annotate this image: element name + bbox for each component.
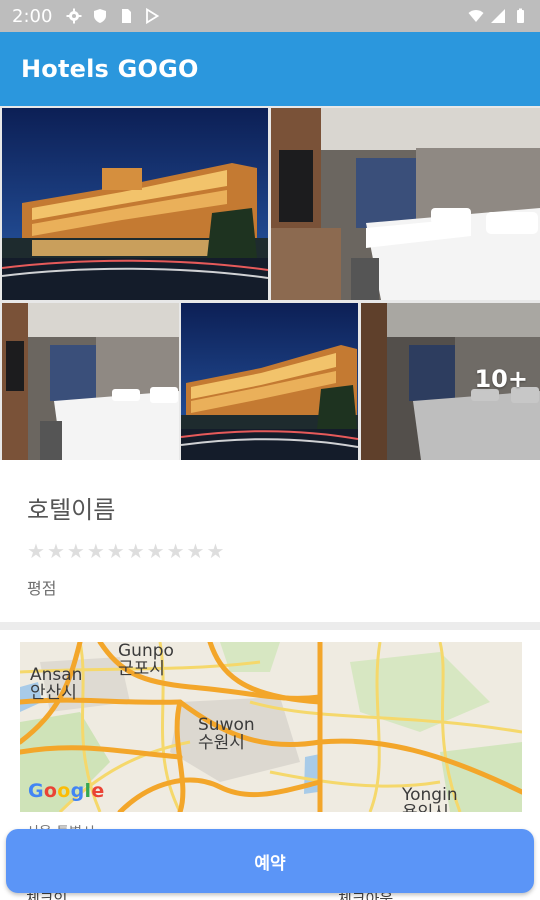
star-icon: ★ — [206, 539, 225, 563]
location-map[interactable]: Gunpo군포시 Ansan안산시 Suwon수원시 Yongin용인시 Goo… — [20, 642, 522, 812]
star-icon: ★ — [186, 539, 205, 563]
map-label-yongin: Yongin용인시 — [402, 785, 458, 812]
app-bar: Hotels GOGO — [0, 32, 540, 106]
hotel-detail-screen: 2:00 Hotels GOGO 10+ 호텔이름 ★ ★ ★ ★ ★ ★ ★ … — [0, 0, 540, 900]
play-store-icon — [146, 8, 160, 24]
settings-icon — [66, 8, 82, 24]
status-icons-right — [468, 8, 528, 24]
hotel-name: 호텔이름 — [27, 496, 116, 524]
map-label-ansan: Ansan 안산시 — [30, 665, 83, 703]
hotel-exterior-photo[interactable] — [181, 303, 358, 460]
status-bar: 2:00 — [0, 0, 540, 32]
sim-card-icon — [122, 9, 132, 23]
status-time: 2:00 — [12, 5, 53, 27]
star-icon: ★ — [66, 539, 85, 563]
google-logo: Google — [28, 780, 105, 802]
more-photos-count: 10+ — [474, 365, 528, 393]
star-icon: ★ — [86, 539, 105, 563]
star-icon: ★ — [27, 539, 45, 563]
star-icon: ★ — [166, 539, 185, 563]
star-icon: ★ — [106, 539, 125, 563]
hotel-room-photo[interactable] — [271, 108, 540, 300]
wifi-icon — [468, 10, 484, 22]
map-label-suwon: Suwon 수원시 — [198, 715, 255, 753]
status-icons-left — [66, 8, 160, 24]
star-icon: ★ — [126, 539, 145, 563]
star-icon: ★ — [46, 539, 65, 563]
photo-gallery: 10+ — [0, 106, 540, 460]
shield-icon — [94, 9, 107, 23]
hotel-info: 호텔이름 ★ ★ ★ ★ ★ ★ ★ ★ ★ ★ 평점 — [0, 460, 540, 622]
star-icon: ★ — [146, 539, 165, 563]
hotel-room-photo[interactable] — [2, 303, 179, 460]
rating-stars: ★ ★ ★ ★ ★ ★ ★ ★ ★ ★ — [27, 541, 540, 561]
section-divider — [0, 622, 540, 630]
battery-icon — [517, 8, 524, 23]
rating-label: 평점 — [27, 579, 57, 598]
hotel-exterior-photo[interactable] — [2, 108, 268, 300]
reserve-button[interactable]: 예약 — [6, 829, 534, 893]
signal-icon — [491, 9, 505, 23]
app-title: Hotels GOGO — [21, 55, 199, 83]
map-label-gunpo: Gunpo 군포시 — [118, 642, 174, 679]
hotel-room-photo-more[interactable]: 10+ — [361, 303, 540, 460]
